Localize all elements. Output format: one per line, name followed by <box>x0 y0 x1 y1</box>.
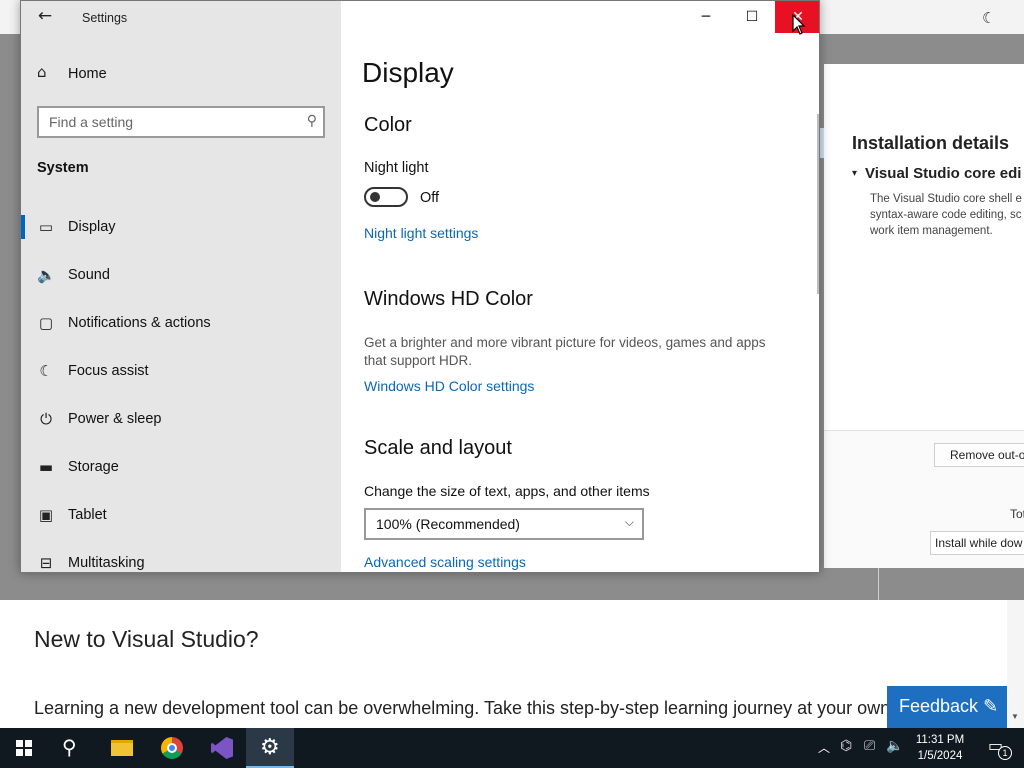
scroll-down-arrow-icon[interactable]: ▼ <box>1011 712 1019 721</box>
gear-icon: ⚙ <box>260 735 280 760</box>
core-editor-label: Visual Studio core edi <box>865 165 1022 182</box>
taskbar-clock[interactable]: 11:31 PM 1/5/2024 <box>912 732 968 764</box>
night-light-settings-link[interactable]: Night light settings <box>364 225 478 241</box>
search-input[interactable] <box>39 108 289 136</box>
content-divider <box>878 568 879 600</box>
find-setting-search-box[interactable]: ⚲ <box>37 106 325 138</box>
expand-arrow-icon[interactable]: ▾ <box>852 168 857 179</box>
sidebar-item-home[interactable]: ⌂ Home <box>21 61 341 89</box>
page-title: Display <box>362 57 454 88</box>
sidebar-item-label: Power & sleep <box>68 411 162 427</box>
window-title: Settings <box>82 11 128 25</box>
show-hidden-icons-chevron-icon[interactable]: ︿ <box>818 739 830 756</box>
night-light-toggle[interactable] <box>364 187 408 207</box>
scale-dropdown-value: 100% (Recommended) <box>376 516 520 532</box>
settings-window: ← Settings ⌂ Home ⚲ System ▭ Display 🔈 S… <box>20 0 820 573</box>
sidebar-item-storage[interactable]: ▬ Storage <box>21 447 341 487</box>
color-section-heading: Color <box>364 114 412 136</box>
advanced-scaling-link[interactable]: Advanced scaling settings <box>364 554 526 570</box>
taskbar-file-explorer[interactable] <box>97 728 145 768</box>
sidebar-item-sound[interactable]: 🔈 Sound <box>21 255 341 295</box>
settings-sidebar: ← Settings ⌂ Home ⚲ System ▭ Display 🔈 S… <box>21 1 341 572</box>
search-icon[interactable]: ⚲ <box>301 113 317 129</box>
search-icon: ⚲ <box>62 735 77 759</box>
new-to-vs-heading: New to Visual Studio? <box>34 626 259 652</box>
sidebar-item-focus-assist[interactable]: ☾ Focus assist <box>21 351 341 391</box>
power-icon: ⏻ <box>40 410 52 428</box>
tablet-icon: ▣ <box>38 506 54 524</box>
chrome-center-icon <box>167 743 177 753</box>
mouse-cursor-icon <box>792 14 806 35</box>
clock-date: 1/5/2024 <box>917 750 963 762</box>
sidebar-item-label: Multitasking <box>68 555 145 571</box>
feedback-button[interactable]: Feedback ✎ <box>887 686 1007 728</box>
speaker-icon: 🔈 <box>37 266 56 284</box>
sidebar-item-label: Focus assist <box>68 363 149 379</box>
folder-icon <box>111 740 133 756</box>
installer-footer: Remove out-o Tot Install while dow <box>824 430 1024 568</box>
back-arrow-icon[interactable]: ← <box>33 6 57 30</box>
toggle-knob <box>370 192 380 202</box>
sidebar-item-label: Sound <box>68 267 110 283</box>
pencil-icon: ✎ <box>983 696 999 717</box>
multitasking-icon: ⊟ <box>39 554 53 572</box>
action-center-button[interactable]: ▭ 1 <box>988 736 1012 760</box>
learning-paragraph: Learning a new development tool can be o… <box>34 698 891 718</box>
visual-studio-icon <box>211 737 233 759</box>
home-label: Home <box>68 66 107 82</box>
hd-color-settings-link[interactable]: Windows HD Color settings <box>364 378 534 394</box>
scale-dropdown[interactable]: 100% (Recommended) ⌵ <box>364 508 644 540</box>
taskbar-settings[interactable]: ⚙ <box>246 728 294 768</box>
remove-out-of-support-button[interactable]: Remove out-o <box>934 443 1024 467</box>
volume-muted-icon[interactable]: 🔈 <box>886 738 903 754</box>
install-mode-select[interactable]: Install while dow <box>930 531 1024 555</box>
page-scrollbar[interactable] <box>1007 600 1024 728</box>
dark-mode-moon-icon[interactable]: ☾ <box>982 9 1000 27</box>
sidebar-item-label: Tablet <box>68 507 107 523</box>
chevron-down-icon: ⌵ <box>624 515 634 529</box>
storage-icon: ▬ <box>38 458 54 476</box>
core-editor-description: The Visual Studio core shell e syntax-aw… <box>870 193 1022 237</box>
taskbar-chrome[interactable] <box>147 728 195 768</box>
display-content-pane: ─ ☐ ✕ Display Color Night light Off Nigh… <box>341 1 819 572</box>
scale-layout-heading: Scale and layout <box>364 437 512 459</box>
night-light-label: Night light <box>364 160 429 176</box>
minimize-button[interactable]: ─ <box>683 1 729 33</box>
chrome-icon <box>161 737 183 759</box>
monitor-icon: ▭ <box>38 218 54 236</box>
content-scrollbar[interactable] <box>817 114 819 294</box>
taskbar-visual-studio-installer[interactable] <box>197 728 245 768</box>
installation-details-title: Installation details <box>852 133 1010 153</box>
windows-logo-icon <box>16 740 32 756</box>
sidebar-item-label: Display <box>68 219 116 235</box>
category-heading: System <box>37 160 89 176</box>
taskbar: ⚲ ⚙ ︿ ⌬ ⎚ 🔈 11:31 PM 1/5/2024 ▭ 1 <box>0 728 1024 768</box>
sidebar-item-label: Notifications & actions <box>68 315 211 331</box>
hd-color-description: Get a brighter and more vibrant picture … <box>364 335 766 368</box>
night-light-state: Off <box>420 190 440 206</box>
maximize-button[interactable]: ☐ <box>729 1 775 33</box>
hd-color-heading: Windows HD Color <box>364 288 533 310</box>
core-editor-item[interactable]: ▾ Visual Studio core edi <box>852 165 1021 182</box>
moon-icon: ☾ <box>39 362 53 380</box>
sidebar-item-tablet[interactable]: ▣ Tablet <box>21 495 341 535</box>
start-button[interactable] <box>0 728 48 768</box>
sidebar-item-label: Storage <box>68 459 119 475</box>
scale-label: Change the size of text, apps, and other… <box>364 483 650 499</box>
notification-count-badge: 1 <box>998 746 1012 760</box>
notification-icon: ▢ <box>38 314 54 332</box>
sidebar-item-notifications[interactable]: ▢ Notifications & actions <box>21 303 341 343</box>
feedback-label: Feedback <box>899 696 979 716</box>
total-size-label: Tot <box>1010 507 1024 521</box>
taskbar-search-button[interactable]: ⚲ <box>48 728 96 768</box>
sidebar-item-display[interactable]: ▭ Display <box>21 207 341 247</box>
home-icon: ⌂ <box>37 63 47 81</box>
clock-time: 11:31 PM <box>915 734 965 746</box>
sidebar-item-power-sleep[interactable]: ⏻ Power & sleep <box>21 399 341 439</box>
sidebar-item-multitasking[interactable]: ⊟ Multitasking <box>21 543 341 572</box>
ethernet-icon[interactable]: ⎚ <box>864 738 875 754</box>
network-disconnected-icon[interactable]: ⌬ <box>840 738 852 754</box>
